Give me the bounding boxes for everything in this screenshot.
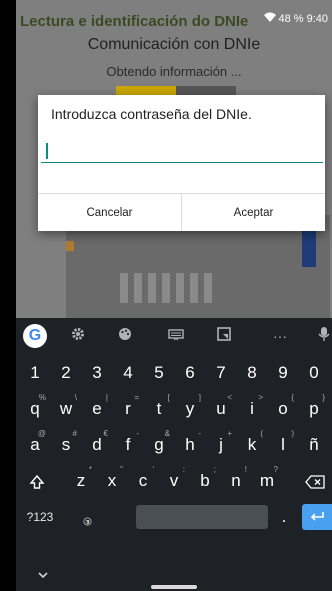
key-i[interactable]: i > (237, 391, 267, 427)
more-icon[interactable]: ··· (270, 326, 290, 346)
key-4[interactable]: 4 (113, 355, 143, 391)
key-s[interactable]: s # (51, 427, 81, 463)
gear-icon[interactable] (68, 326, 88, 346)
key-c[interactable]: c ' (128, 463, 158, 499)
accept-button[interactable]: Aceptar (181, 194, 325, 231)
key-x[interactable]: x " (97, 463, 127, 499)
dialog-button-bar: Cancelar Aceptar (38, 193, 325, 231)
key-t[interactable]: t[ (144, 391, 174, 427)
app-title: Lectura e identificación do DNIe (20, 13, 249, 30)
emoji-icon (83, 503, 92, 539)
google-icon[interactable]: G (23, 324, 47, 348)
dialog-title: Introduzca contraseña del DNIe. (51, 106, 252, 122)
key-j[interactable]: j + (206, 427, 236, 463)
key-h[interactable]: h- (175, 427, 205, 463)
key-o[interactable]: o{ (268, 391, 298, 427)
key-q[interactable]: q% (20, 391, 50, 427)
key-6[interactable]: 6 (175, 355, 205, 391)
keyboard-icon[interactable] (166, 326, 186, 346)
key-f[interactable]: f- (113, 427, 143, 463)
key-l[interactable]: l) (268, 427, 298, 463)
key-n-tilde[interactable]: ñ (299, 427, 329, 463)
number-row: 1 2 3 4 5 6 7 8 9 0 (16, 355, 332, 391)
key-y[interactable]: y] (175, 391, 205, 427)
key-9[interactable]: 9 (268, 355, 298, 391)
dni-card-illustration (66, 215, 330, 325)
key-0[interactable]: 0 (299, 355, 329, 391)
background-title: Comunicación con DNIe (87, 36, 261, 53)
battery-level: 48 % (278, 12, 304, 25)
key-p[interactable]: p} (299, 391, 329, 427)
home-indicator[interactable] (151, 585, 197, 589)
backspace-key[interactable] (298, 463, 332, 499)
key-2[interactable]: 2 (51, 355, 81, 391)
key-1[interactable]: 1 (20, 355, 50, 391)
key-b[interactable]: b; (190, 463, 220, 499)
key-g[interactable]: g & (144, 427, 174, 463)
asdf-row: a @ s # d € f- g & h- j + k( l) ñ (16, 427, 332, 463)
key-7[interactable]: 7 (206, 355, 236, 391)
keyboard-toolbar: G ··· (16, 318, 332, 354)
keyboard: G ··· 1 2 3 4 5 6 7 8 9 0 q % w \ e | r … (16, 318, 332, 591)
enter-key[interactable] (302, 504, 332, 530)
backspace-icon (305, 471, 325, 490)
comma-key[interactable]: , (76, 499, 100, 535)
cancel-button[interactable]: Cancelar (38, 194, 181, 231)
key-u[interactable]: u < (206, 391, 236, 427)
key-v[interactable]: v: (159, 463, 189, 499)
key-m[interactable]: m? (252, 463, 282, 499)
wifi-icon (263, 12, 276, 25)
background-subtitle: Obtendo información ... (106, 64, 242, 79)
status-indicators: 48 % 9:40 (263, 12, 328, 25)
space-bar[interactable] (136, 505, 268, 529)
screenshot-icon[interactable] (214, 326, 234, 346)
shift-icon (29, 471, 45, 490)
shift-key[interactable] (20, 463, 54, 499)
password-input[interactable] (41, 139, 323, 163)
status-time: 9:40 (306, 12, 328, 25)
key-3[interactable]: 3 (82, 355, 112, 391)
bottom-row: ?123 , . (16, 499, 332, 535)
qwerty-row: q% w \ e | r = t[ y] u < i > o{ p} (16, 391, 332, 427)
key-a[interactable]: a @ (20, 427, 50, 463)
key-5[interactable]: 5 (144, 355, 174, 391)
palette-icon[interactable] (115, 326, 135, 346)
navigation-bar (16, 570, 332, 591)
status-bar: Lectura e identificación do DNIe 48 % 9:… (16, 8, 332, 34)
key-z[interactable]: z * (66, 463, 96, 499)
key-e[interactable]: e | (82, 391, 112, 427)
text-cursor (46, 143, 48, 159)
zxcv-row: z * x " c ' v: b; n! m? (16, 463, 332, 499)
mic-icon[interactable] (316, 326, 332, 346)
screen: Lectura e identificación do DNIe 48 % 9:… (16, 0, 332, 591)
hide-keyboard-icon[interactable] (38, 570, 48, 582)
symbols-key[interactable]: ?123 (20, 499, 60, 535)
key-d[interactable]: d € (82, 427, 112, 463)
period-key[interactable]: . (272, 499, 296, 535)
key-n[interactable]: n! (221, 463, 251, 499)
key-r[interactable]: r = (113, 391, 143, 427)
password-dialog: Introduzca contraseña del DNIe. Cancelar… (38, 95, 325, 231)
key-8[interactable]: 8 (237, 355, 267, 391)
key-w[interactable]: w \ (51, 391, 81, 427)
enter-icon (309, 508, 325, 525)
key-k[interactable]: k( (237, 427, 267, 463)
